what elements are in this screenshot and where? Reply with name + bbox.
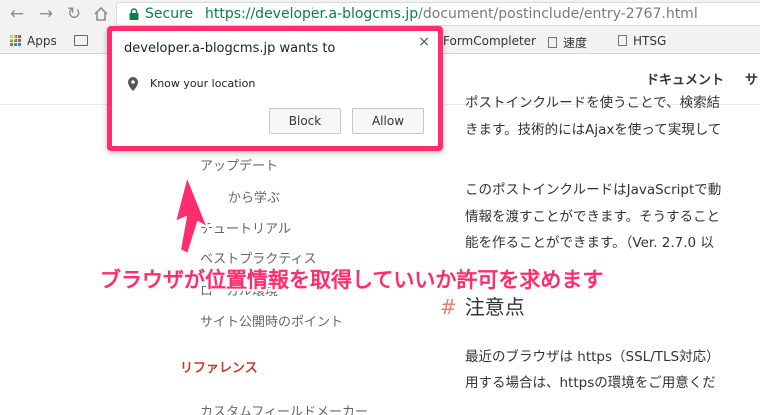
block-button[interactable]: Block [269,108,341,134]
location-permission-dialog: developer.a-blogcms.jp wants to × Know y… [107,26,443,151]
close-icon[interactable]: × [418,34,430,50]
allow-button[interactable]: Allow [352,108,424,134]
dialog-title: developer.a-blogcms.jp wants to [124,41,336,56]
screenshot-root: ← → ↻ Secure https://developer.a-blogcms… [0,0,760,415]
location-pin-icon [128,77,138,91]
annotation-caption: ブラウザが位置情報を取得していいか許可を求めます [100,268,604,292]
dialog-message: Know your location [150,77,256,90]
